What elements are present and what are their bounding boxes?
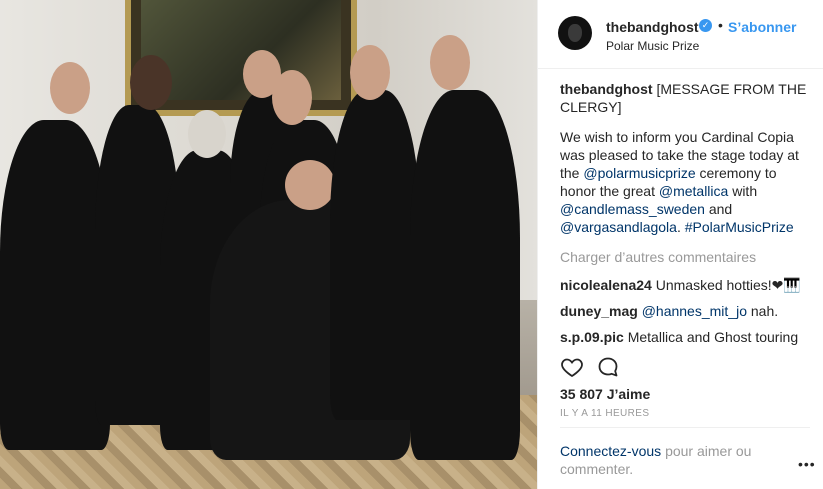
photo-head <box>350 45 390 100</box>
separator-dot: • <box>718 17 723 33</box>
heart-icon[interactable] <box>560 355 584 379</box>
instagram-post: thebandghost ✓ • S’abonner Polar Music P… <box>0 0 823 489</box>
mention-link[interactable]: @candlemass_sweden <box>560 201 705 217</box>
comment-item: nicolealena24 Unmasked hotties!❤🎹 <box>560 276 810 294</box>
more-options-icon[interactable]: ••• <box>798 456 816 472</box>
action-bar <box>560 355 810 381</box>
mention-link[interactable]: @hannes_mit_jo <box>642 303 747 319</box>
photo-head <box>272 70 312 125</box>
photo-person <box>410 90 520 460</box>
photo-person <box>330 90 420 420</box>
comment-text: nah. <box>750 303 779 319</box>
comments-section[interactable]: thebandghost [MESSAGE FROM THE CLERGY] W… <box>560 80 810 348</box>
likes-count[interactable]: 35 807 J’aime <box>560 386 650 402</box>
caption-username[interactable]: thebandghost <box>560 81 653 97</box>
photo-head <box>285 160 335 210</box>
mention-link[interactable]: @metallica <box>659 183 728 199</box>
comment-username[interactable]: s.p.09.pic <box>560 329 624 345</box>
divider <box>560 427 810 428</box>
photo-head <box>430 35 470 90</box>
photo-person <box>0 120 110 450</box>
photo-head <box>188 110 226 158</box>
comment-username[interactable]: duney_mag <box>560 303 638 319</box>
caption-text: with <box>732 183 758 199</box>
comment-text: Unmasked hotties!❤🎹 <box>655 277 801 293</box>
header-username[interactable]: thebandghost <box>606 19 699 35</box>
load-more-comments-button[interactable]: Charger d’autres commentaires <box>560 248 810 266</box>
post-photo[interactable] <box>0 0 537 489</box>
post-caption: thebandghost [MESSAGE FROM THE CLERGY] W… <box>560 81 807 235</box>
comment-item: s.p.09.pic Metallica and Ghost touring t… <box>560 328 810 348</box>
comment-username[interactable]: nicolealena24 <box>560 277 652 293</box>
hashtag-link[interactable]: #PolarMusicPrize <box>685 219 794 235</box>
post-timestamp[interactable]: IL Y A 11 HEURES <box>560 408 649 419</box>
comment-item: duney_mag @hannes_mit_jo nah. <box>560 302 810 320</box>
post-side-panel: thebandghost ✓ • S’abonner Polar Music P… <box>537 0 823 489</box>
photo-head <box>130 55 172 110</box>
comment-icon[interactable] <box>596 355 620 379</box>
post-header: thebandghost ✓ • S’abonner Polar Music P… <box>538 0 823 69</box>
avatar[interactable] <box>558 16 592 50</box>
login-prompt: Connectez-vous pour aimer ou commenter. <box>560 442 790 478</box>
follow-button[interactable]: S’abonner <box>728 19 796 35</box>
location-link[interactable]: Polar Music Prize <box>606 39 699 53</box>
mention-link[interactable]: @polarmusicprize <box>583 165 695 181</box>
mention-link[interactable]: @vargasandlagola <box>560 219 677 235</box>
verified-badge-icon: ✓ <box>699 19 712 32</box>
caption-text: and <box>708 201 733 217</box>
login-link[interactable]: Connectez-vous <box>560 443 661 459</box>
photo-head <box>50 62 90 114</box>
